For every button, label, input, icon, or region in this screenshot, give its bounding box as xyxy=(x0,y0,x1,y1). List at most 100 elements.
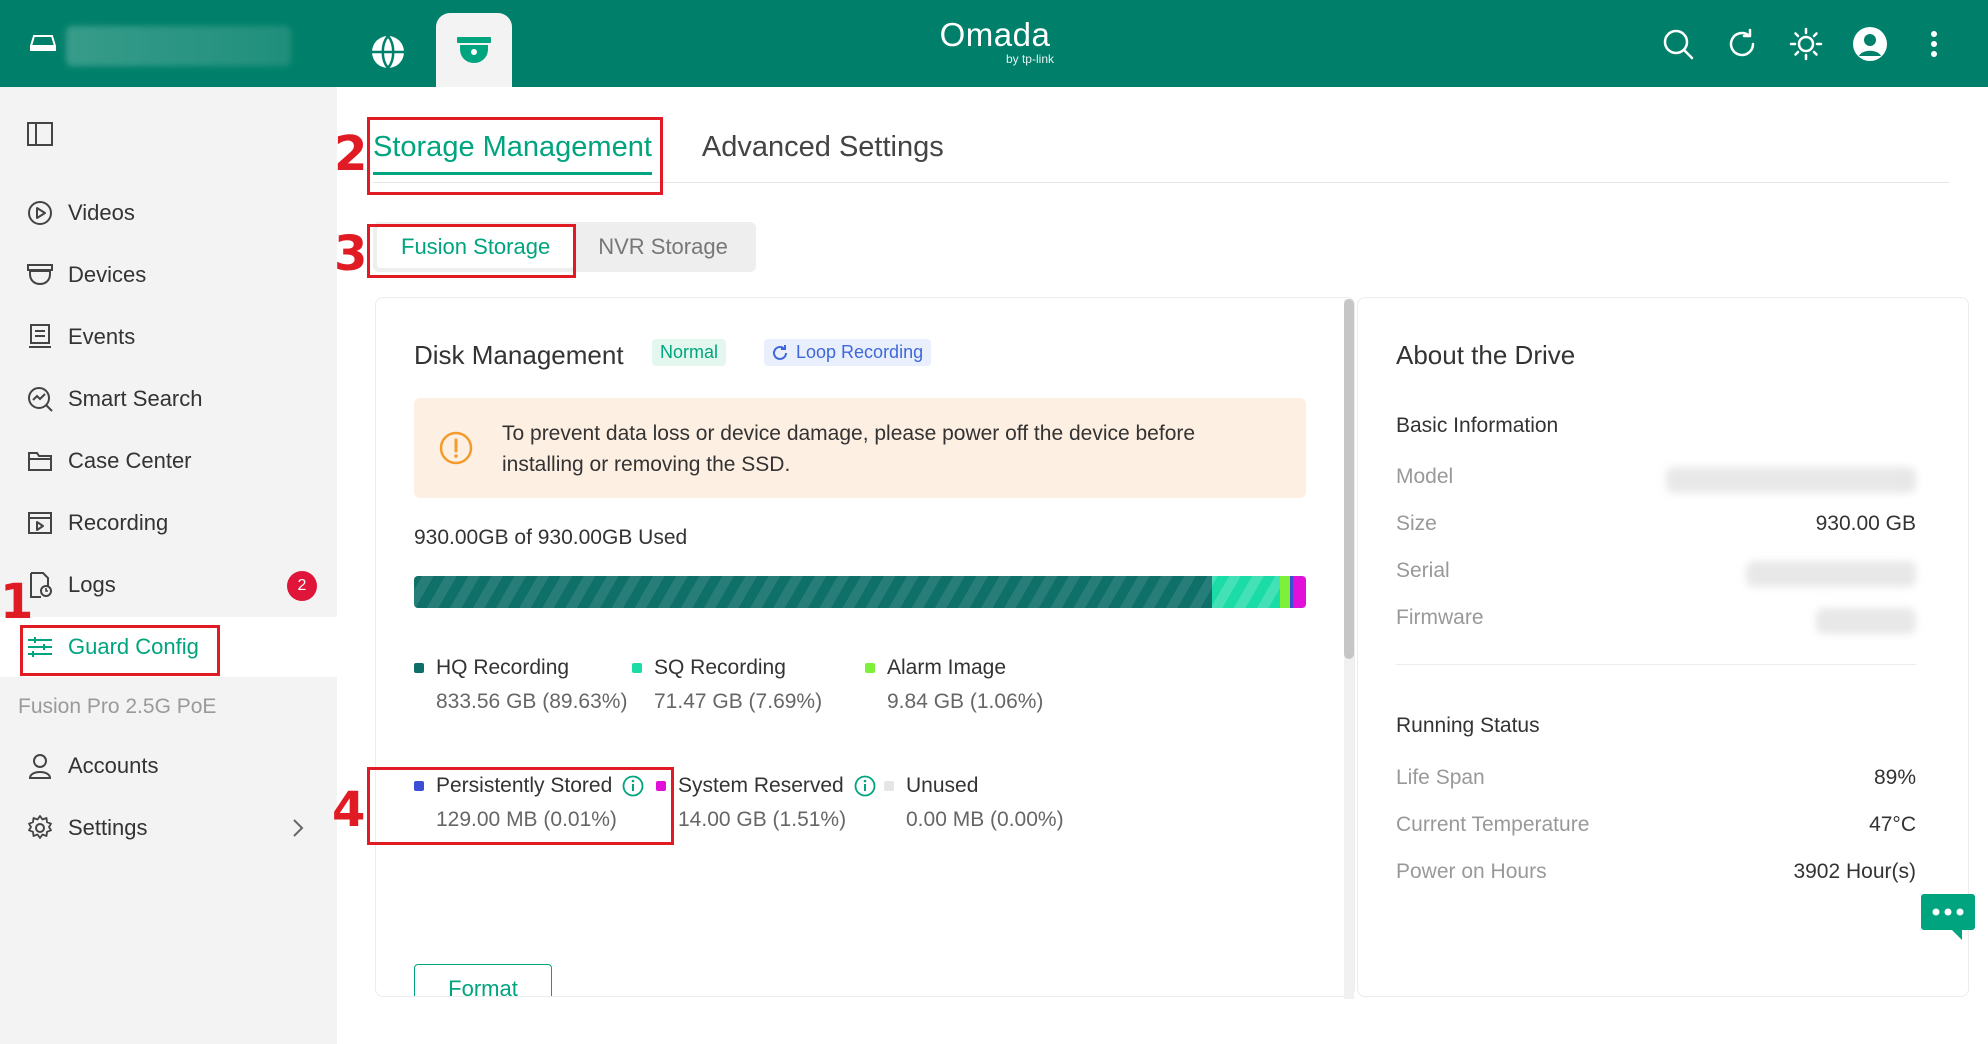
sidebar-item-label: Case Center xyxy=(68,448,192,473)
row-value: 89% xyxy=(1873,766,1916,789)
legend-label: Unused xyxy=(906,774,979,797)
sidebar-item-smart-search[interactable]: Smart Search xyxy=(0,369,337,429)
smart-search-icon xyxy=(26,385,54,413)
row-key: Firmware xyxy=(1396,606,1484,629)
legend-value: 0.00 MB (0.00%) xyxy=(906,808,1064,831)
sidebar-item-settings[interactable]: Settings xyxy=(0,798,337,858)
site-icon[interactable] xyxy=(30,34,56,52)
legend-label: Alarm Image xyxy=(887,656,1007,679)
legend-label: System Reserved xyxy=(678,774,844,797)
theme-icon[interactable] xyxy=(1788,24,1824,64)
usage-bar-segment-hq xyxy=(414,576,1212,608)
usage-bar-segment-sq xyxy=(1211,576,1281,608)
sidebar-item-devices[interactable]: Devices xyxy=(0,245,337,305)
top-bar: Omada by tp-link xyxy=(0,0,1988,89)
loop-recording-label: Loop Recording xyxy=(796,342,924,362)
usage-bar-segment-sys xyxy=(1292,576,1306,608)
annotation-number-4: 4 xyxy=(332,782,366,838)
disk-management-card: Disk Management Normal Loop Recording To… xyxy=(375,297,1355,997)
sidebar-item-videos[interactable]: Videos xyxy=(0,183,337,243)
site-name-blurred[interactable] xyxy=(66,26,291,66)
subtab-nvr-storage[interactable]: NVR Storage xyxy=(574,226,752,268)
warning-text: To prevent data loss or device damage, p… xyxy=(502,422,1196,476)
camera-icon xyxy=(26,261,54,289)
row-value: 930.00 GB xyxy=(1815,512,1916,535)
annotation-number-3: 3 xyxy=(334,226,368,282)
card-scrollbar[interactable] xyxy=(1344,299,1354,999)
events-icon xyxy=(26,323,54,351)
refresh-icon[interactable] xyxy=(1724,24,1760,64)
annotation-number-2: 2 xyxy=(334,126,368,182)
legend-value: 9.84 GB (1.06%) xyxy=(887,690,1044,713)
legend-hq-recording: HQ Recording 833.56 GB (89.63%) xyxy=(414,656,627,714)
legend-label: SQ Recording xyxy=(654,656,786,679)
chat-icon[interactable] xyxy=(1920,892,1976,942)
running-status-title: Running Status xyxy=(1396,714,1540,737)
drive-row-serial: Serial xyxy=(1396,559,1916,589)
model-value-blurred xyxy=(1666,467,1916,493)
legend-dot xyxy=(632,663,642,673)
sidebar-collapse-icon[interactable] xyxy=(26,121,56,149)
scrollbar-thumb[interactable] xyxy=(1344,299,1354,659)
search-icon[interactable] xyxy=(1660,24,1696,64)
sidebar-item-label: Videos xyxy=(68,200,135,225)
folder-icon xyxy=(26,447,54,475)
annotation-box-1 xyxy=(20,625,220,676)
main-content: Storage Management Advanced Settings Fus… xyxy=(337,87,1988,1044)
sidebar-item-label: Recording xyxy=(68,510,169,535)
drive-row-temperature: Current Temperature 47°C xyxy=(1396,813,1916,843)
row-key: Current Temperature xyxy=(1396,813,1590,836)
warning-icon xyxy=(439,431,473,465)
usage-bar xyxy=(414,576,1306,608)
legend-alarm-image: Alarm Image 9.84 GB (1.06%) xyxy=(865,656,1043,714)
guard-icon[interactable] xyxy=(436,13,512,89)
brand-name: Omada xyxy=(939,16,1051,53)
legend-value: 14.00 GB (1.51%) xyxy=(678,808,847,831)
sidebar-item-logs[interactable]: Logs 2 xyxy=(0,555,337,615)
globe-icon[interactable] xyxy=(364,28,412,76)
sidebar-item-label: Accounts xyxy=(68,753,159,778)
format-button[interactable]: Format xyxy=(414,964,552,996)
about-drive-card: About the Drive Basic Information Model … xyxy=(1357,297,1969,997)
drive-divider xyxy=(1396,664,1916,665)
row-key: Size xyxy=(1396,512,1437,535)
info-icon[interactable] xyxy=(854,775,876,797)
usage-bar-segment-alarm xyxy=(1280,576,1290,608)
annotation-box-2 xyxy=(367,117,663,195)
gear-icon xyxy=(26,814,54,842)
status-badge: Normal xyxy=(652,339,727,366)
legend-value: 71.47 GB (7.69%) xyxy=(654,690,823,713)
row-value: 3902 Hour(s) xyxy=(1793,860,1916,883)
sidebar: Videos Devices Events Smart Search Case … xyxy=(0,87,337,1044)
sidebar-item-events[interactable]: Events xyxy=(0,307,337,367)
sidebar-item-label: Logs xyxy=(68,572,116,597)
brand-by: by tp-link xyxy=(1005,52,1054,66)
sidebar-item-accounts[interactable]: Accounts xyxy=(0,736,337,796)
drive-row-firmware: Firmware xyxy=(1396,606,1916,636)
sidebar-section-label: Fusion Pro 2.5G PoE xyxy=(18,695,217,718)
drive-row-life-span: Life Span 89% xyxy=(1396,766,1916,796)
play-icon xyxy=(26,199,54,227)
disk-management-title: Disk Management xyxy=(414,340,624,370)
legend-dot xyxy=(865,663,875,673)
annotation-box-3 xyxy=(367,224,576,278)
sidebar-item-recording[interactable]: Recording xyxy=(0,493,337,553)
about-drive-title: About the Drive xyxy=(1396,340,1576,370)
sidebar-item-label: Devices xyxy=(68,262,147,287)
recording-icon xyxy=(26,509,54,537)
row-value: 47°C xyxy=(1869,813,1916,836)
more-icon[interactable] xyxy=(1916,24,1952,64)
loop-icon xyxy=(773,344,787,360)
drive-row-model: Model xyxy=(1396,465,1916,495)
legend-dot xyxy=(414,663,424,673)
annotation-box-4 xyxy=(367,767,674,845)
row-key: Power on Hours xyxy=(1396,860,1547,883)
legend-value: 833.56 GB (89.63%) xyxy=(436,690,628,713)
sidebar-item-label: Events xyxy=(68,324,136,349)
drive-row-size: Size 930.00 GB xyxy=(1396,512,1916,542)
avatar[interactable] xyxy=(1852,24,1888,64)
legend-sq-recording: SQ Recording 71.47 GB (7.69%) xyxy=(632,656,822,714)
logs-badge: 2 xyxy=(287,571,317,601)
sidebar-item-case-center[interactable]: Case Center xyxy=(0,431,337,491)
tab-advanced-settings[interactable]: Advanced Settings xyxy=(702,127,944,173)
